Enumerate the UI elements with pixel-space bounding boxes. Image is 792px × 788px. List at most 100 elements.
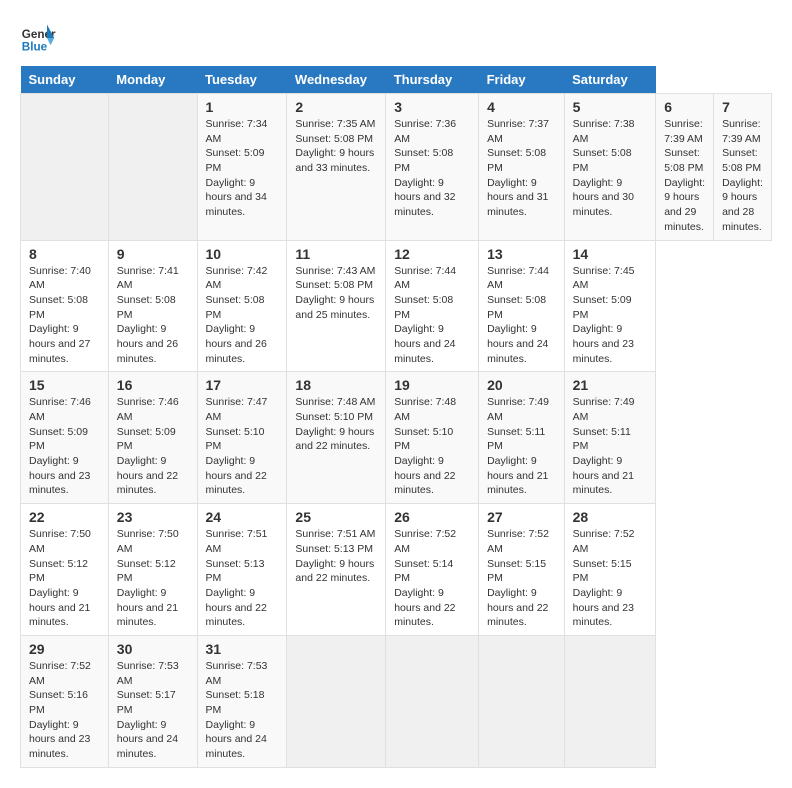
calendar-day-cell: 22 Sunrise: 7:50 AMSunset: 5:12 PMDayligh… <box>21 504 109 636</box>
calendar-day-cell: 2Sunrise: 7:35 AMSunset: 5:08 PMDaylight… <box>287 94 386 241</box>
day-info: Sunrise: 7:48 AMSunset: 5:10 PMDaylight:… <box>394 395 470 498</box>
calendar-header-row: SundayMondayTuesdayWednesdayThursdayFrid… <box>21 66 772 94</box>
calendar-day-cell: 16 Sunrise: 7:46 AMSunset: 5:09 PMDayligh… <box>108 372 197 504</box>
day-number: 13 <box>487 246 556 262</box>
day-info: Sunrise: 7:41 AMSunset: 5:08 PMDaylight:… <box>117 264 189 367</box>
day-info: Sunrise: 7:53 AMSunset: 5:17 PMDaylight:… <box>117 659 189 762</box>
calendar-day-cell <box>386 635 479 767</box>
calendar-day-cell: 12 Sunrise: 7:44 AMSunset: 5:08 PMDayligh… <box>386 240 479 372</box>
day-number: 22 <box>29 509 100 525</box>
calendar-day-cell: 5 Sunrise: 7:38 AMSunset: 5:08 PMDaylight… <box>564 94 656 241</box>
calendar-day-cell: 3 Sunrise: 7:36 AMSunset: 5:08 PMDaylight… <box>386 94 479 241</box>
calendar-day-cell: 23 Sunrise: 7:50 AMSunset: 5:12 PMDayligh… <box>108 504 197 636</box>
day-number: 8 <box>29 246 100 262</box>
day-number: 7 <box>722 99 763 115</box>
weekday-header: Friday <box>479 66 565 94</box>
day-info: Sunrise: 7:39 AMSunset: 5:08 PMDaylight:… <box>722 117 763 235</box>
day-number: 30 <box>117 641 189 657</box>
calendar-body: 1Sunrise: 7:34 AMSunset: 5:09 PMDaylight… <box>21 94 772 768</box>
day-number: 16 <box>117 377 189 393</box>
day-info: Sunrise: 7:53 AMSunset: 5:18 PMDaylight:… <box>206 659 279 762</box>
day-number: 4 <box>487 99 556 115</box>
calendar-day-cell: 30 Sunrise: 7:53 AMSunset: 5:17 PMDayligh… <box>108 635 197 767</box>
day-number: 9 <box>117 246 189 262</box>
day-number: 12 <box>394 246 470 262</box>
calendar-day-cell: 13 Sunrise: 7:44 AMSunset: 5:08 PMDayligh… <box>479 240 565 372</box>
calendar-day-cell: 7 Sunrise: 7:39 AMSunset: 5:08 PMDaylight… <box>714 94 772 241</box>
weekday-header: Sunday <box>21 66 109 94</box>
day-info: Sunrise: 7:50 AMSunset: 5:12 PMDaylight:… <box>29 527 100 630</box>
day-number: 25 <box>295 509 377 525</box>
weekday-header: Saturday <box>564 66 656 94</box>
calendar-week-row: 8Sunrise: 7:40 AMSunset: 5:08 PMDaylight… <box>21 240 772 372</box>
day-info: Sunrise: 7:44 AMSunset: 5:08 PMDaylight:… <box>487 264 556 367</box>
day-info: Sunrise: 7:46 AMSunset: 5:09 PMDaylight:… <box>117 395 189 498</box>
day-info: Sunrise: 7:49 AMSunset: 5:11 PMDaylight:… <box>487 395 556 498</box>
day-info: Sunrise: 7:46 AMSunset: 5:09 PMDaylight:… <box>29 395 100 498</box>
calendar-day-cell: 6 Sunrise: 7:39 AMSunset: 5:08 PMDaylight… <box>656 94 714 241</box>
day-info: Sunrise: 7:52 AMSunset: 5:15 PMDaylight:… <box>487 527 556 630</box>
weekday-header: Monday <box>108 66 197 94</box>
day-info: Sunrise: 7:44 AMSunset: 5:08 PMDaylight:… <box>394 264 470 367</box>
day-number: 27 <box>487 509 556 525</box>
calendar-day-cell: 14 Sunrise: 7:45 AMSunset: 5:09 PMDayligh… <box>564 240 656 372</box>
calendar-day-cell: 19Sunrise: 7:48 AMSunset: 5:10 PMDayligh… <box>386 372 479 504</box>
day-info: Sunrise: 7:48 AMSunset: 5:10 PMDaylight:… <box>295 395 377 454</box>
calendar-day-cell: 31 Sunrise: 7:53 AMSunset: 5:18 PMDayligh… <box>197 635 287 767</box>
calendar-day-cell: 26 Sunrise: 7:52 AMSunset: 5:14 PMDayligh… <box>386 504 479 636</box>
calendar-day-cell: 10Sunrise: 7:42 AMSunset: 5:08 PMDayligh… <box>197 240 287 372</box>
day-number: 3 <box>394 99 470 115</box>
calendar-day-cell <box>21 94 109 241</box>
calendar-day-cell: 25 Sunrise: 7:51 AMSunset: 5:13 PMDayligh… <box>287 504 386 636</box>
calendar-day-cell: 24Sunrise: 7:51 AMSunset: 5:13 PMDayligh… <box>197 504 287 636</box>
day-info: Sunrise: 7:34 AMSunset: 5:09 PMDaylight:… <box>206 117 279 220</box>
day-number: 5 <box>573 99 648 115</box>
calendar-day-cell: 29 Sunrise: 7:52 AMSunset: 5:16 PMDayligh… <box>21 635 109 767</box>
calendar-day-cell: 1Sunrise: 7:34 AMSunset: 5:09 PMDaylight… <box>197 94 287 241</box>
day-number: 21 <box>573 377 648 393</box>
day-info: Sunrise: 7:43 AMSunset: 5:08 PMDaylight:… <box>295 264 377 323</box>
day-info: Sunrise: 7:52 AMSunset: 5:14 PMDaylight:… <box>394 527 470 630</box>
day-number: 31 <box>206 641 279 657</box>
day-info: Sunrise: 7:45 AMSunset: 5:09 PMDaylight:… <box>573 264 648 367</box>
calendar-day-cell: 15 Sunrise: 7:46 AMSunset: 5:09 PMDayligh… <box>21 372 109 504</box>
day-number: 10 <box>206 246 279 262</box>
day-info: Sunrise: 7:52 AMSunset: 5:16 PMDaylight:… <box>29 659 100 762</box>
day-number: 11 <box>295 246 377 262</box>
page-header: General Blue <box>20 20 772 56</box>
calendar-day-cell <box>108 94 197 241</box>
calendar-week-row: 22 Sunrise: 7:50 AMSunset: 5:12 PMDayligh… <box>21 504 772 636</box>
calendar-week-row: 29 Sunrise: 7:52 AMSunset: 5:16 PMDayligh… <box>21 635 772 767</box>
day-number: 26 <box>394 509 470 525</box>
day-number: 18 <box>295 377 377 393</box>
day-info: Sunrise: 7:51 AMSunset: 5:13 PMDaylight:… <box>206 527 279 630</box>
logo-icon: General Blue <box>20 20 56 56</box>
calendar-day-cell: 4 Sunrise: 7:37 AMSunset: 5:08 PMDaylight… <box>479 94 565 241</box>
day-number: 17 <box>206 377 279 393</box>
day-info: Sunrise: 7:39 AMSunset: 5:08 PMDaylight:… <box>664 117 705 235</box>
day-info: Sunrise: 7:38 AMSunset: 5:08 PMDaylight:… <box>573 117 648 220</box>
calendar-day-cell: 28Sunrise: 7:52 AMSunset: 5:15 PMDayligh… <box>564 504 656 636</box>
day-number: 29 <box>29 641 100 657</box>
day-number: 23 <box>117 509 189 525</box>
weekday-header: Wednesday <box>287 66 386 94</box>
day-number: 14 <box>573 246 648 262</box>
day-info: Sunrise: 7:49 AMSunset: 5:11 PMDaylight:… <box>573 395 648 498</box>
calendar-day-cell: 18 Sunrise: 7:48 AMSunset: 5:10 PMDayligh… <box>287 372 386 504</box>
day-number: 6 <box>664 99 705 115</box>
weekday-header: Tuesday <box>197 66 287 94</box>
logo: General Blue <box>20 20 56 56</box>
day-info: Sunrise: 7:50 AMSunset: 5:12 PMDaylight:… <box>117 527 189 630</box>
calendar-day-cell <box>479 635 565 767</box>
day-info: Sunrise: 7:37 AMSunset: 5:08 PMDaylight:… <box>487 117 556 220</box>
day-info: Sunrise: 7:36 AMSunset: 5:08 PMDaylight:… <box>394 117 470 220</box>
day-number: 15 <box>29 377 100 393</box>
calendar-week-row: 1Sunrise: 7:34 AMSunset: 5:09 PMDaylight… <box>21 94 772 241</box>
calendar-day-cell: 21 Sunrise: 7:49 AMSunset: 5:11 PMDayligh… <box>564 372 656 504</box>
calendar-day-cell <box>564 635 656 767</box>
day-info: Sunrise: 7:51 AMSunset: 5:13 PMDaylight:… <box>295 527 377 586</box>
day-info: Sunrise: 7:52 AMSunset: 5:15 PMDaylight:… <box>573 527 648 630</box>
day-info: Sunrise: 7:47 AMSunset: 5:10 PMDaylight:… <box>206 395 279 498</box>
day-number: 20 <box>487 377 556 393</box>
calendar-day-cell: 11 Sunrise: 7:43 AMSunset: 5:08 PMDayligh… <box>287 240 386 372</box>
